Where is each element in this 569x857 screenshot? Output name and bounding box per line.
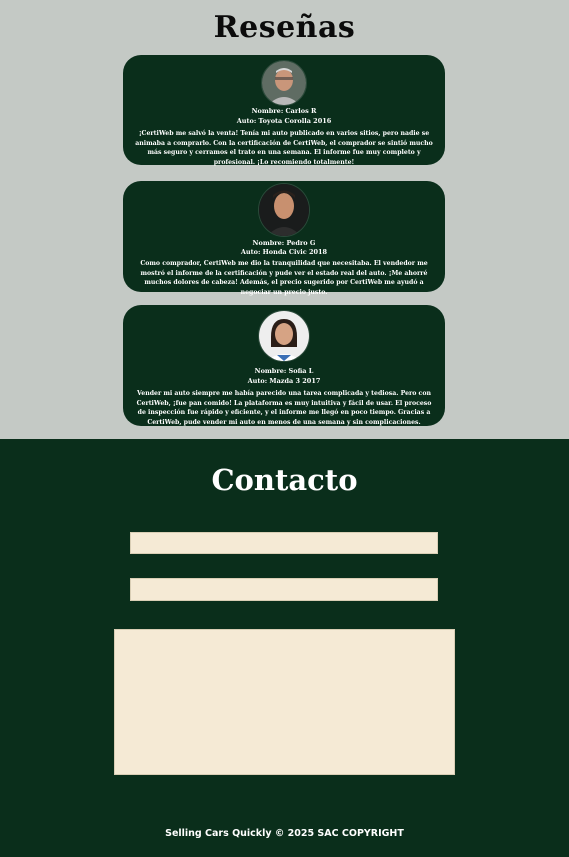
footer-copyright: Selling Cars Quickly © 2025 SAC COPYRIGH… bbox=[165, 828, 404, 839]
review-text: Como comprador, CertiWeb me dio la tranq… bbox=[140, 260, 428, 296]
avatar bbox=[258, 310, 310, 362]
reviewer-car: Auto: Mazda 3 2017 bbox=[247, 377, 321, 385]
person-photo-older-man-icon bbox=[262, 61, 306, 105]
review-text: Vender mi auto siempre me había parecido… bbox=[136, 390, 432, 426]
reviewer-car: Auto: Toyota Corolla 2016 bbox=[236, 117, 332, 125]
reviewer-name: Nombre: Sofia L bbox=[254, 367, 314, 375]
review-card-1: Nombre: Carlos R Auto: Toyota Corolla 20… bbox=[123, 55, 445, 166]
reviewer-car: Auto: Honda Civic 2018 bbox=[240, 248, 328, 256]
review-card-2: Nombre: Pedro G Auto: Honda Civic 2018 C… bbox=[123, 181, 445, 296]
reviews-title: Reseñas bbox=[213, 10, 356, 45]
contact-title: Contacto bbox=[211, 463, 358, 497]
contact-field-2[interactable] bbox=[130, 578, 438, 601]
contact-field-1[interactable] bbox=[130, 532, 438, 554]
reviewer-name: Nombre: Carlos R bbox=[251, 107, 317, 115]
reviews-section: Reseñas Nombre: Carlos R Auto: Toyota Co… bbox=[0, 0, 569, 439]
person-photo-young-man-icon bbox=[259, 184, 309, 236]
avatar bbox=[261, 60, 307, 106]
review-card-3: Nombre: Sofia L Auto: Mazda 3 2017 Vende… bbox=[123, 305, 445, 426]
review-text: ¡CertiWeb me salvó la venta! Tenía mi au… bbox=[135, 130, 433, 166]
avatar bbox=[258, 183, 310, 237]
person-photo-woman-icon bbox=[259, 311, 309, 361]
contact-message-field[interactable] bbox=[114, 629, 455, 775]
